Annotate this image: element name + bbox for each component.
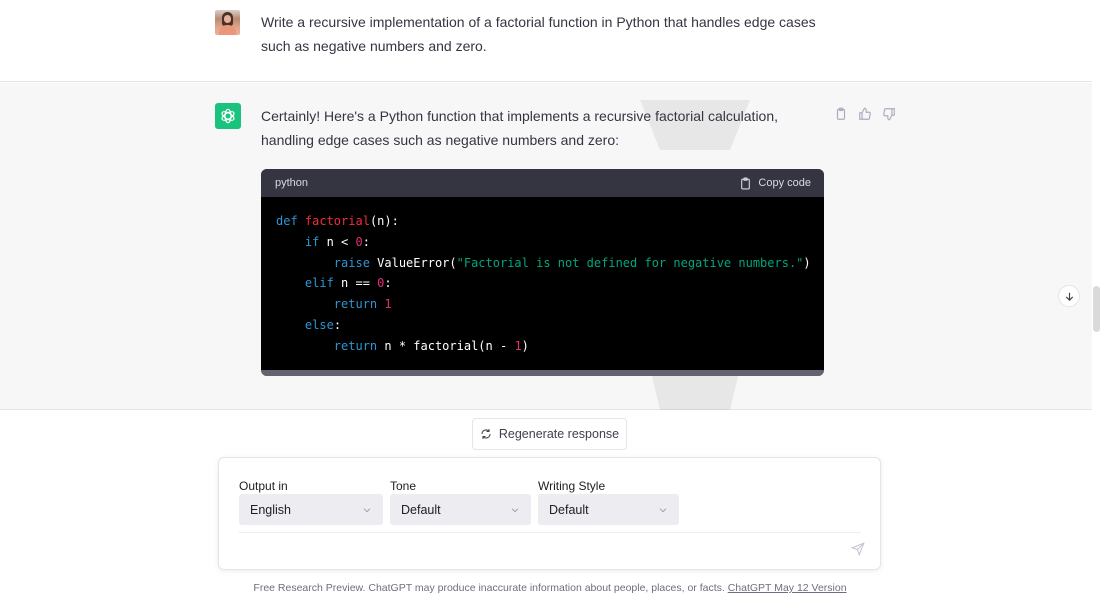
footer: Free Research Preview. ChatGPT may produ… bbox=[0, 582, 1100, 594]
arrow-down-icon bbox=[1065, 292, 1073, 301]
tone-label: Tone bbox=[390, 479, 417, 493]
writing-style-select[interactable]: Default bbox=[538, 494, 679, 525]
chevron-down-icon bbox=[511, 507, 519, 512]
regenerate-response-button[interactable]: Regenerate response bbox=[472, 418, 627, 450]
code-line: if n < 0: bbox=[304, 234, 370, 249]
code-block-header: python Copy code bbox=[261, 169, 824, 197]
tone-select[interactable]: Default bbox=[390, 494, 531, 525]
code-line: else: bbox=[304, 317, 342, 332]
scroll-to-bottom-button[interactable] bbox=[1058, 285, 1080, 307]
code-line: return n * factorial(n - 1) bbox=[333, 338, 529, 353]
code-line: elif n == 0: bbox=[304, 276, 392, 291]
code-content: def factorial(n): if n < 0: raise ValueE… bbox=[261, 197, 824, 357]
thumbs-down-icon[interactable] bbox=[881, 106, 897, 122]
copy-code-button[interactable]: Copy code bbox=[739, 177, 811, 190]
output-in-field: Output in English bbox=[239, 478, 383, 525]
chevron-down-icon bbox=[363, 507, 371, 512]
code-block: python Copy code def factorial(n): if n … bbox=[261, 169, 824, 376]
chatgpt-logo-icon bbox=[215, 103, 241, 129]
writing-style-value: Default bbox=[549, 502, 589, 517]
code-horizontal-scrollbar[interactable] bbox=[261, 370, 824, 376]
tone-value: Default bbox=[401, 502, 441, 517]
copy-icon[interactable] bbox=[833, 106, 849, 122]
thumbs-up-icon[interactable] bbox=[857, 106, 873, 122]
composer: Output in English Tone Default Writing S… bbox=[218, 457, 881, 570]
code-line: return 1 bbox=[333, 297, 392, 312]
send-button[interactable] bbox=[850, 542, 867, 558]
code-line: raise ValueError("Factorial is not defin… bbox=[333, 255, 811, 270]
user-message-text: Write a recursive implementation of a fa… bbox=[261, 14, 816, 54]
code-line: def factorial(n): bbox=[276, 214, 399, 228]
copy-code-label: Copy code bbox=[758, 177, 811, 189]
page-scrollbar[interactable] bbox=[1093, 286, 1100, 332]
chevron-down-icon bbox=[659, 507, 667, 512]
footer-disclaimer: Free Research Preview. ChatGPT may produ… bbox=[253, 582, 728, 594]
user-avatar bbox=[215, 10, 240, 35]
prompt-input[interactable] bbox=[239, 538, 839, 564]
output-in-value: English bbox=[250, 502, 291, 517]
message-actions bbox=[833, 106, 897, 122]
composer-divider bbox=[239, 532, 861, 533]
output-in-label: Output in bbox=[239, 479, 288, 493]
writing-style-field: Writing Style Default bbox=[538, 478, 679, 525]
code-language-label: python bbox=[275, 177, 309, 189]
refresh-icon bbox=[481, 429, 491, 439]
tone-field: Tone Default bbox=[390, 478, 531, 525]
version-link[interactable]: ChatGPT May 12 Version bbox=[728, 582, 847, 594]
clipboard-icon bbox=[741, 177, 751, 189]
send-icon bbox=[850, 542, 865, 557]
regenerate-label: Regenerate response bbox=[498, 427, 620, 441]
assistant-message-text: Certainly! Here's a Python function that… bbox=[261, 108, 779, 148]
output-in-select[interactable]: English bbox=[239, 494, 383, 525]
writing-style-label: Writing Style bbox=[538, 479, 606, 493]
